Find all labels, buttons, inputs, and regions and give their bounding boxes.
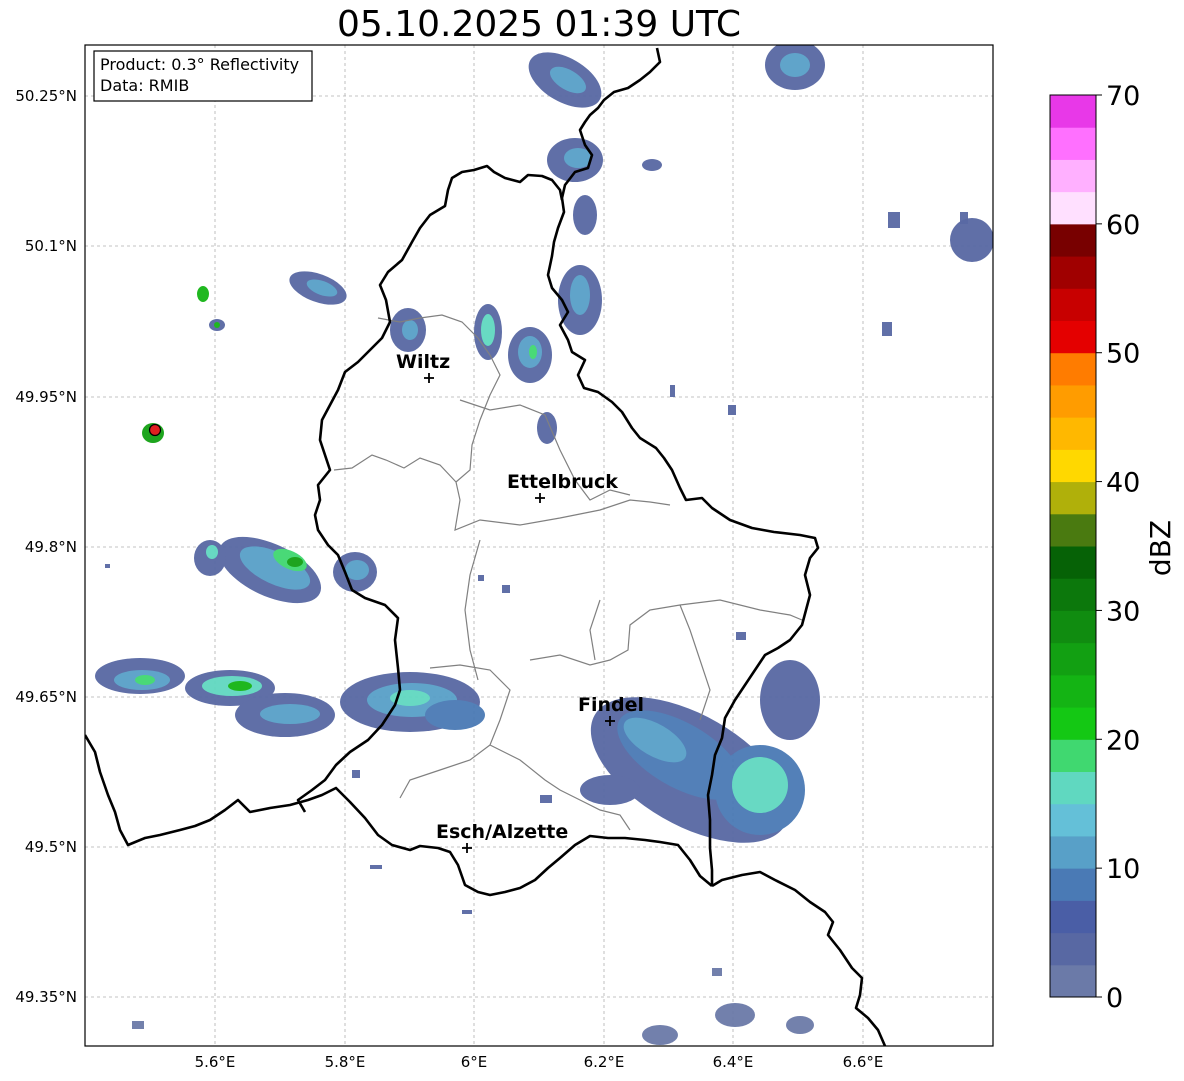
colorbar-segment [1050,449,1096,483]
colorbar-title: dBZ [1144,520,1177,576]
colorbar-tick-label: 70 [1106,81,1140,112]
lat-tick-label: 49.95°N [15,388,77,406]
colorbar-segment [1050,642,1096,676]
colorbar-tick-label: 20 [1106,725,1140,756]
colorbar-segment [1050,159,1096,193]
colorbar-segment [1050,803,1096,837]
colorbar-segment [1050,288,1096,321]
colorbar-segment [1050,481,1096,515]
colorbar-tick-label: 60 [1106,210,1140,241]
colorbar-segment [1050,384,1096,418]
colorbar-segment [1050,127,1096,160]
city-label-ettelbruck: Ettelbruck [507,471,618,493]
colorbar-tick-label: 0 [1106,983,1123,1014]
colorbar-segment [1050,191,1096,225]
lon-tick-label: 6.2°E [584,1053,625,1071]
colorbar-tick-label: 10 [1106,854,1140,885]
latitude-axis: 50.25°N 50.1°N 49.95°N 49.8°N 49.65°N 49… [15,87,77,1006]
colorbar-segment [1050,868,1096,901]
colorbar-segment [1050,513,1096,547]
colorbar-segment [1050,771,1096,805]
colorbar-segment [1050,674,1096,708]
colorbar-segment [1050,546,1096,579]
lat-tick-label: 49.35°N [15,988,77,1006]
lon-tick-label: 6.6°E [843,1053,884,1071]
colorbar-segment [1050,256,1096,289]
lat-tick-label: 49.8°N [25,538,77,556]
city-label-wiltz: Wiltz [396,351,450,373]
colorbar-segment [1050,417,1096,450]
radar-site-marker [148,423,162,437]
colorbar-segment [1050,320,1096,354]
lat-tick-label: 49.5°N [25,838,77,856]
info-box: Product: 0.3° Reflectivity Data: RMIB [93,50,313,102]
colorbar-segment [1050,223,1096,257]
lat-tick-label: 49.65°N [15,688,77,706]
colorbar-segment [1050,964,1096,998]
colorbar-segment [1050,932,1096,966]
colorbar-segment [1050,835,1096,869]
colorbar-tick-label: 50 [1106,339,1140,370]
colorbar-segment [1050,95,1096,128]
info-product: Product: 0.3° Reflectivity [100,55,299,74]
lon-tick-label: 6.4°E [713,1053,754,1071]
colorbar-tick-label: 30 [1106,596,1140,627]
lat-tick-label: 50.25°N [15,87,77,105]
city-label-findel: Findel [578,694,644,716]
colorbar-segment [1050,739,1096,772]
lon-tick-label: 6°E [461,1053,488,1071]
colorbar-segment [1050,707,1096,740]
city-label-esch-alzette: Esch/Alzette [436,821,568,843]
colorbar-segment [1050,578,1096,611]
colorbar: 0 10 20 30 40 50 60 70 [1049,81,1140,1014]
lon-tick-label: 5.6°E [195,1053,236,1071]
longitude-axis: 5.6°E 5.8°E 6°E 6.2°E 6.4°E 6.6°E [195,1053,884,1071]
radar-map: Wiltz Ettelbruck Findel Esch/Alzette Pro… [15,44,1177,1071]
colorbar-segment [1050,352,1096,386]
colorbar-tick-label: 40 [1106,468,1140,499]
colorbar-segment [1050,900,1096,934]
info-data-source: Data: RMIB [100,76,189,95]
lat-tick-label: 50.1°N [25,237,77,255]
lon-tick-label: 5.8°E [325,1053,366,1071]
colorbar-segment [1050,610,1096,644]
